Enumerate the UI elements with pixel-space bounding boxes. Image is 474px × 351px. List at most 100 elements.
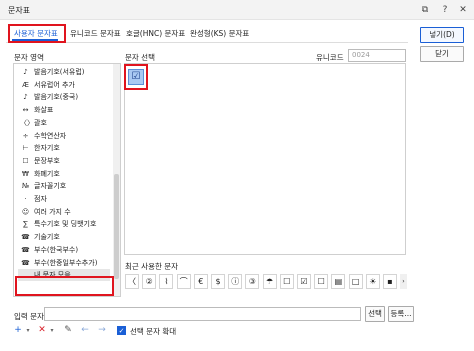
category-scroll-thumb[interactable] <box>114 174 119 279</box>
recent-char-cell[interactable]: ☐ <box>314 274 329 289</box>
enlarge-checkbox-label: 선택 문자 확대 <box>130 327 177 336</box>
recent-char-cell[interactable]: ⌇ <box>159 274 174 289</box>
category-item-icon: ☺ <box>21 207 30 216</box>
category-item-icon: 〈〉 <box>20 118 34 127</box>
highlight-box-tab <box>8 24 66 43</box>
category-item-icon: ₩ <box>22 169 29 178</box>
help-button[interactable]: ? <box>438 3 452 17</box>
tab-unicode-charmap[interactable]: 유니코드 문자표 <box>70 27 121 41</box>
category-item-label: 괄호 <box>34 118 47 127</box>
category-item-icon: ∑ <box>23 220 28 229</box>
char-grid <box>124 63 406 255</box>
recent-char-cell[interactable]: ☐ <box>279 274 294 289</box>
category-item[interactable]: ₩ 화폐기호 <box>20 168 60 180</box>
category-item-label: 기술기호 <box>34 233 60 242</box>
category-item-icon: ☎ <box>21 245 30 254</box>
delete-icon[interactable]: ✕ <box>36 324 48 337</box>
highlight-box-my-chars <box>15 276 114 296</box>
category-item-icon: ⊢ <box>22 144 29 153</box>
category-item[interactable]: ☎ 부수(한중일부수추가) <box>20 257 97 269</box>
tab-divider <box>6 42 408 43</box>
category-item-label: 수학연산자 <box>34 131 67 140</box>
category-item[interactable]: 〈〉 괄호 <box>20 117 47 129</box>
category-item-icon: ♪ <box>23 93 28 102</box>
add-dropdown-icon[interactable]: ▾ <box>24 324 32 337</box>
recent-char-cell[interactable]: ☂ <box>262 274 277 289</box>
category-item-icon: · <box>24 195 27 203</box>
category-item-icon: ☎ <box>21 233 30 242</box>
category-item-icon: ÷ <box>22 131 29 140</box>
close-dialog-button[interactable]: 닫기 <box>420 46 464 62</box>
category-item[interactable]: ♪ 발음기호(서유럽) <box>20 66 85 78</box>
recent-char-cell[interactable]: ⌒ <box>176 274 191 289</box>
insert-button[interactable]: 넣기(D) <box>420 27 464 43</box>
recent-char-cell[interactable]: ③ <box>245 274 260 289</box>
restore-icon[interactable]: ⧉ <box>418 3 432 17</box>
recent-char-cell[interactable]: ⓘ <box>228 274 243 289</box>
category-item-icon: ↔ <box>22 106 29 115</box>
input-label: 입력 문자 <box>14 312 44 321</box>
category-item-label: 특수기호 및 딩뱃기호 <box>34 220 97 229</box>
category-item-label: 발음기호(서유럽) <box>34 68 85 76</box>
category-item-icon: ☎ <box>21 258 30 267</box>
window-title: 문자표 <box>8 6 31 15</box>
tab-ks-charmap[interactable]: 완성형(KS) 문자표 <box>190 27 249 41</box>
category-item[interactable]: ☎ 부수(한국부수) <box>20 244 78 256</box>
category-item[interactable]: Æ 서유럽어 추가 <box>20 79 75 91</box>
category-item-label: 한자기호 <box>34 144 60 153</box>
recent-char-cell[interactable]: ▤ <box>331 274 346 289</box>
category-item-icon: № <box>21 182 30 191</box>
category-scrollbar[interactable] <box>113 64 120 296</box>
recent-scroll-arrow[interactable]: › <box>400 274 407 289</box>
category-item-label: 부수(한국부수) <box>34 245 79 254</box>
delete-dropdown-icon[interactable]: ▾ <box>48 324 56 337</box>
unicode-label: 유니코드 <box>316 53 344 62</box>
tab-hnc-charmap[interactable]: 호글(HNC) 문자표 <box>126 27 185 41</box>
move-left-icon[interactable]: ← <box>79 324 91 337</box>
category-item-label: 화폐기호 <box>34 169 60 178</box>
recent-char-cell[interactable]: € <box>193 274 208 289</box>
close-button[interactable]: ✕ <box>456 3 470 17</box>
category-item-label: 여러 가지 수 <box>34 207 71 216</box>
category-item[interactable]: ⊢ 한자기호 <box>20 142 60 154</box>
recent-char-cell[interactable]: □ <box>348 274 363 289</box>
recent-char-cell[interactable]: ② <box>142 274 157 289</box>
highlight-box-selected-char <box>124 64 148 90</box>
enlarge-checkbox[interactable]: ✓ <box>117 326 126 335</box>
category-item[interactable]: № 글자꼴기호 <box>20 180 66 192</box>
category-item-label: 발음기호(중국) <box>34 93 79 102</box>
recent-label: 최근 사용한 문자 <box>125 262 179 271</box>
category-item-icon: ♪ <box>23 68 28 76</box>
category-item-icon: ☐ <box>22 156 29 165</box>
recent-char-cell[interactable]: 〈 <box>125 274 139 289</box>
category-item-label: 문장부호 <box>34 156 60 165</box>
move-right-icon[interactable]: → <box>96 324 108 337</box>
recent-char-cell[interactable]: ▪ <box>383 274 397 289</box>
category-item[interactable]: ☎ 기술기호 <box>20 231 60 243</box>
category-item-label: 서유럽어 추가 <box>34 80 75 89</box>
edit-icon[interactable]: ✎ <box>62 324 74 337</box>
category-item[interactable]: ∑ 특수기호 및 딩뱃기호 <box>20 218 96 230</box>
category-panel-label: 문자 영역 <box>14 53 44 62</box>
category-item-label: 글자꼴기호 <box>34 182 67 191</box>
category-item[interactable]: ☐ 문장부호 <box>20 155 60 167</box>
char-select-label: 문자 선택 <box>125 53 155 62</box>
category-item[interactable]: ↔ 화살표 <box>20 104 54 116</box>
category-item-icon: Æ <box>22 80 29 89</box>
category-item[interactable]: ÷ 수학연산자 <box>20 130 67 142</box>
category-item-label: 점자 <box>34 195 47 203</box>
recent-char-cell[interactable]: $ <box>211 274 225 289</box>
select-button[interactable]: 선택 <box>365 306 385 322</box>
register-button[interactable]: 등록... <box>388 306 414 322</box>
add-icon[interactable]: + <box>12 324 24 337</box>
category-item[interactable]: ☺ 여러 가지 수 <box>20 206 71 218</box>
category-item-label: 부수(한중일부수추가) <box>34 258 98 267</box>
unicode-field[interactable]: 0024 <box>348 49 406 62</box>
title-bar: 문자표 ⧉ ? ✕ <box>0 0 474 20</box>
category-item[interactable]: ♪ 발음기호(중국) <box>20 91 78 103</box>
category-item-label: 화살표 <box>34 106 54 115</box>
input-chars-field[interactable] <box>44 307 361 321</box>
recent-char-cell[interactable]: ☑ <box>297 274 311 289</box>
recent-char-cell[interactable]: ☀ <box>365 274 380 289</box>
category-item[interactable]: · 점자 <box>20 193 47 205</box>
